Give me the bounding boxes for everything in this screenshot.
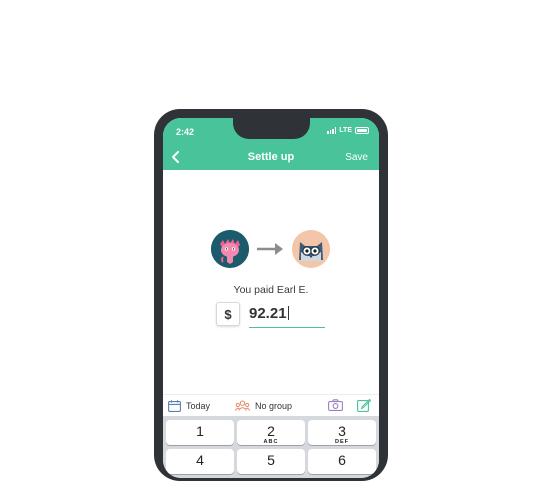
key-digit: 6 — [338, 452, 346, 468]
payment-message: You paid Earl E. — [233, 284, 309, 296]
phone-notch — [233, 118, 310, 139]
key-2[interactable]: 2 ABC — [237, 420, 305, 445]
group-label: No group — [255, 401, 293, 411]
amount-input[interactable]: 92.21 — [249, 305, 325, 328]
status-indicators: LTE — [326, 127, 369, 134]
currency-selector[interactable]: $ — [216, 302, 240, 326]
key-digit: 5 — [267, 452, 275, 468]
text-cursor — [287, 306, 289, 320]
edit-note-icon[interactable] — [357, 398, 371, 412]
date-selector[interactable]: Today — [168, 400, 210, 412]
key-digit: 3 — [338, 423, 346, 439]
calendar-icon — [168, 400, 181, 412]
carrier-label: LTE — [339, 127, 352, 134]
key-digit: 2 — [267, 423, 275, 439]
payee-avatar[interactable] — [292, 230, 330, 268]
payer-avatar[interactable] — [211, 230, 249, 268]
key-4[interactable]: 4 — [166, 449, 234, 474]
key-letters: DEF — [335, 439, 349, 445]
amount-value: 92.21 — [249, 305, 287, 322]
phone-screen: 2:42 LTE Settle up Save You paid Earl E.… — [163, 118, 379, 478]
battery-icon — [355, 127, 369, 134]
key-digit: 1 — [196, 423, 204, 439]
key-6[interactable]: 6 — [308, 449, 376, 474]
camera-icon[interactable] — [328, 399, 343, 411]
key-letters: ABC — [263, 439, 279, 445]
payer-avatar-icon — [211, 230, 249, 268]
date-label: Today — [186, 401, 211, 411]
key-5[interactable]: 5 — [237, 449, 305, 474]
numeric-keypad: 1 2 ABC 3 DEF 4 5 6 — [163, 416, 379, 478]
signal-icon — [326, 127, 337, 134]
app-header: 2:42 LTE Settle up Save — [163, 118, 379, 170]
save-button[interactable]: Save — [345, 152, 368, 163]
key-1[interactable]: 1 — [166, 420, 234, 445]
group-selector[interactable]: No group — [235, 400, 292, 412]
payee-avatar-icon — [292, 230, 330, 268]
arrow-right-icon — [257, 243, 283, 255]
key-3[interactable]: 3 DEF — [308, 420, 376, 445]
status-time: 2:42 — [176, 127, 195, 137]
key-digit: 4 — [196, 452, 204, 468]
group-icon — [235, 400, 250, 411]
details-toolbar: Today No group — [163, 394, 379, 417]
